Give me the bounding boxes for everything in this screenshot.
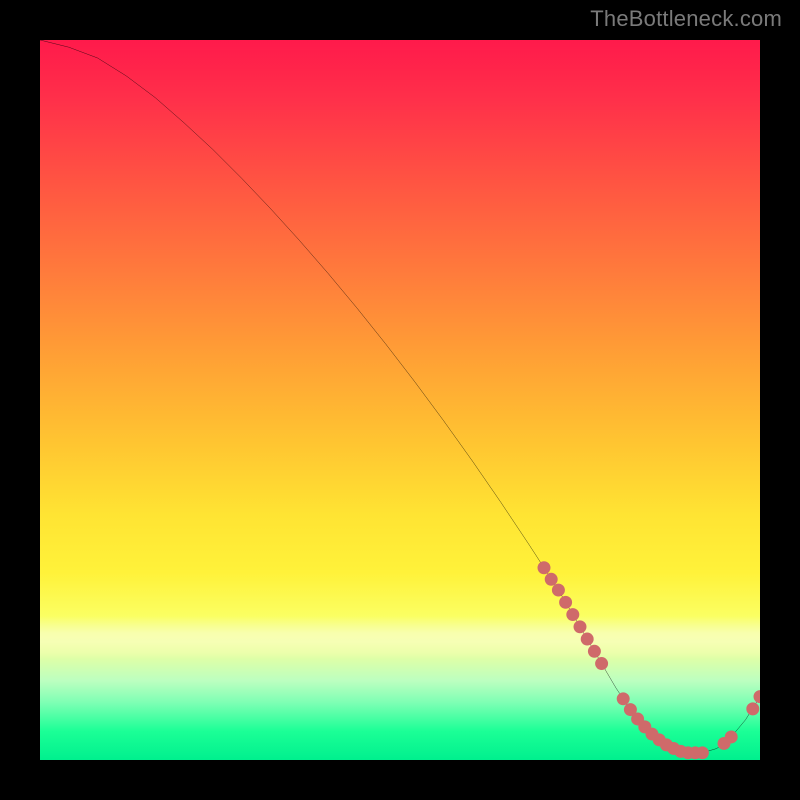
plot-area — [40, 40, 760, 760]
attribution-label: TheBottleneck.com — [590, 6, 782, 32]
chart-frame: TheBottleneck.com — [0, 0, 800, 800]
